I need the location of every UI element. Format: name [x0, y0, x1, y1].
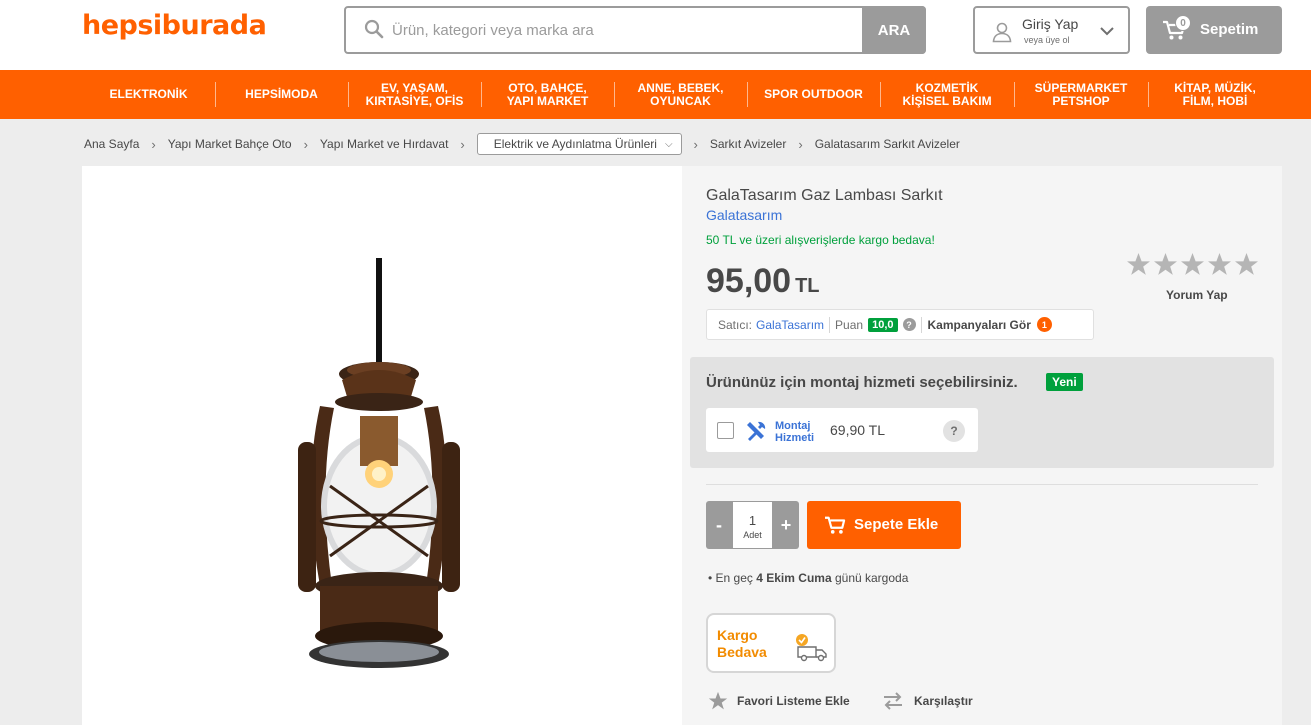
- quantity-stepper: - 1 Adet +: [706, 501, 799, 549]
- compare-button[interactable]: Karşılaştır: [882, 691, 973, 711]
- add-to-favorites-button[interactable]: Favori Listeme Ekle: [708, 691, 850, 711]
- free-shipping-note: 50 TL ve üzeri alışverişlerde kargo beda…: [706, 233, 935, 247]
- seller-score-badge: 10,0: [868, 317, 898, 332]
- help-icon[interactable]: ?: [943, 420, 965, 442]
- assembly-option: Montaj Hizmeti 69,90 TL ?: [706, 408, 978, 452]
- truck-icon: [796, 634, 827, 662]
- free-shipping-text: Kargo Bedava: [717, 627, 767, 660]
- help-icon[interactable]: ?: [902, 318, 916, 331]
- search-icon: [364, 19, 384, 39]
- login-title: Giriş Yap: [1022, 16, 1079, 32]
- star-icon: [1127, 253, 1150, 275]
- new-badge: Yeni: [1046, 373, 1083, 391]
- star-icon: [1235, 253, 1258, 275]
- cart-button[interactable]: 0 Sepetim: [1146, 6, 1282, 54]
- cart-count-badge: 0: [1175, 15, 1191, 31]
- chevron-down-icon: ⌵: [664, 138, 673, 150]
- chevron-right-icon: ›: [151, 136, 156, 152]
- chevron-right-icon: ›: [798, 136, 803, 152]
- nav-item-kozmetik[interactable]: KOZMETİK KİŞİSEL BAKIM: [880, 70, 1014, 119]
- free-shipping-badge: Kargo Bedava: [706, 613, 836, 673]
- assembly-checkbox[interactable]: [717, 422, 734, 439]
- assembly-heading: Ürününüz için montaj hizmeti seçebilirsi…: [706, 374, 1018, 391]
- seller-score-label: Puan: [835, 317, 864, 332]
- cart-label: Sepetim: [1200, 21, 1259, 38]
- rating-stars[interactable]: [1126, 252, 1261, 280]
- increase-quantity-button[interactable]: +: [773, 501, 799, 549]
- seller-label: Satıcı:: [718, 317, 753, 332]
- nav-item-elektronik[interactable]: ELEKTRONİK: [82, 70, 215, 119]
- breadcrumb-link[interactable]: Yapı Market Bahçe Oto: [168, 137, 292, 151]
- campaigns-link[interactable]: Kampanyaları Gör: [928, 318, 1031, 332]
- campaign-count-badge: 1: [1036, 317, 1052, 332]
- search-bar: ARA: [344, 6, 926, 54]
- assembly-label: Montaj Hizmeti: [775, 420, 815, 444]
- breadcrumb-link[interactable]: Sarkıt Avizeler: [710, 137, 786, 151]
- divider: [829, 316, 831, 333]
- star-icon: [708, 691, 728, 710]
- seller-box: Satıcı: GalaTasarım Puan 10,0 ? Kampanya…: [706, 309, 1094, 340]
- seller-name-link[interactable]: GalaTasarım: [756, 318, 824, 332]
- nav-item-spor-outdoor[interactable]: SPOR OUTDOOR: [747, 70, 880, 119]
- chevron-right-icon: ›: [693, 136, 698, 152]
- login-dropdown[interactable]: Giriş Yap veya üye ol: [973, 6, 1130, 54]
- category-nav: ELEKTRONİK HEPSİMODA EV, YAŞAM, KIRTASİYE…: [0, 70, 1311, 119]
- breadcrumb: Ana Sayfa › Yapı Market Bahçe Oto › Yapı…: [84, 132, 960, 156]
- star-icon: [1208, 253, 1231, 275]
- nav-item-ev-yasam[interactable]: EV, YAŞAM, KIRTASİYE, OFİS: [348, 70, 481, 119]
- divider: [706, 484, 1258, 485]
- add-to-cart-button[interactable]: Sepete Ekle: [807, 501, 961, 549]
- product-price: 95,00 TL: [706, 262, 820, 300]
- star-icon: [1181, 253, 1204, 275]
- chevron-right-icon: ›: [460, 136, 465, 152]
- product-image[interactable]: [290, 256, 480, 674]
- star-icon: [1154, 253, 1177, 275]
- compare-icon: [884, 692, 902, 710]
- nav-item-anne-bebek[interactable]: ANNE, BEBEK, OYUNCAK: [614, 70, 747, 119]
- search-button[interactable]: ARA: [862, 6, 926, 54]
- cart-icon: [825, 516, 846, 534]
- logo[interactable]: hepsiburada: [82, 10, 267, 41]
- nav-item-oto-bahce[interactable]: OTO, BAHÇE, YAPI MARKET: [481, 70, 614, 119]
- user-icon: [992, 22, 1012, 43]
- search-input[interactable]: [392, 12, 852, 48]
- chevron-right-icon: ›: [303, 136, 308, 152]
- product-title: GalaTasarım Gaz Lambası Sarkıt: [706, 187, 943, 204]
- divider: [920, 316, 922, 333]
- assembly-service-box: Ürününüz için montaj hizmeti seçebilirsi…: [690, 357, 1274, 468]
- delivery-info: • En geç 4 Ekim Cuma günü kargoda: [708, 571, 909, 585]
- chevron-down-icon: [1100, 27, 1114, 36]
- nav-item-supermarket[interactable]: SÜPERMARKET PETSHOP: [1014, 70, 1148, 119]
- quantity-field[interactable]: 1 Adet: [733, 502, 772, 548]
- header: hepsiburada ARA Giriş Yap veya üye ol 0 …: [0, 0, 1311, 70]
- breadcrumb-link[interactable]: Ana Sayfa: [84, 137, 139, 151]
- breadcrumb-category-dropdown[interactable]: Elektrik ve Aydınlatma Ürünleri ⌵: [476, 133, 682, 155]
- breadcrumb-link[interactable]: Galatasarım Sarkıt Avizeler: [815, 137, 960, 151]
- tools-icon: [747, 421, 766, 441]
- breadcrumb-link[interactable]: Yapı Market ve Hırdavat: [320, 137, 449, 151]
- nav-item-kitap-muzik[interactable]: KİTAP, MÜZİK, FİLM, HOBİ: [1148, 70, 1282, 119]
- product-brand-link[interactable]: Galatasarım: [706, 207, 782, 223]
- write-review-link[interactable]: Yorum Yap: [1166, 288, 1228, 302]
- login-subtitle: veya üye ol: [1024, 35, 1070, 45]
- decrease-quantity-button[interactable]: -: [706, 501, 732, 549]
- assembly-price: 69,90 TL: [830, 422, 886, 438]
- nav-item-hepsimoda[interactable]: HEPSİMODA: [215, 70, 348, 119]
